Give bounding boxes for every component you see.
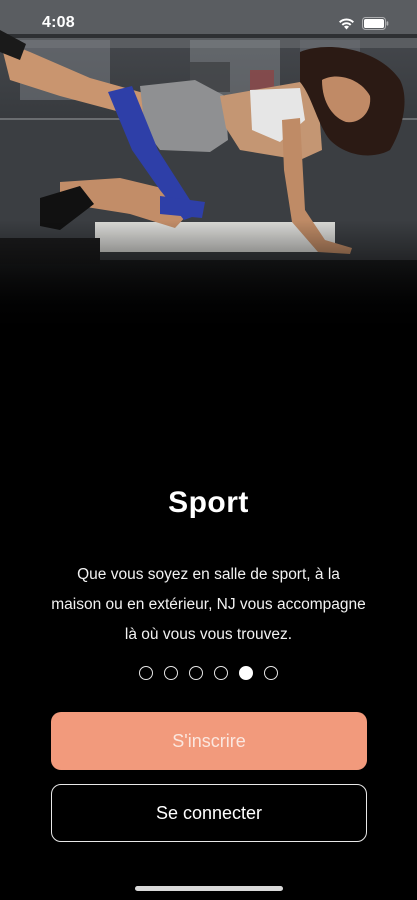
- pagination-dot[interactable]: [239, 666, 253, 680]
- battery-icon: [362, 16, 389, 30]
- pagination-dot[interactable]: [139, 666, 153, 680]
- pagination-dots: [0, 664, 417, 682]
- hero-image: [0, 0, 417, 340]
- slide-title: Sport: [168, 486, 249, 519]
- home-indicator[interactable]: [135, 886, 283, 891]
- status-bar: 4:08: [0, 0, 417, 46]
- signup-button[interactable]: S'inscrire: [51, 712, 367, 770]
- pagination-dot[interactable]: [214, 666, 228, 680]
- slide-description: Que vous soyez en salle de sport, à la m…: [51, 566, 366, 643]
- pagination-dot[interactable]: [264, 666, 278, 680]
- wifi-icon: [339, 17, 354, 29]
- status-time: 4:08: [42, 14, 75, 31]
- hero-gradient-overlay: [0, 220, 417, 340]
- login-button[interactable]: Se connecter: [51, 784, 367, 842]
- pagination-dot[interactable]: [164, 666, 178, 680]
- status-icons: [338, 16, 389, 30]
- pagination-dot[interactable]: [189, 666, 203, 680]
